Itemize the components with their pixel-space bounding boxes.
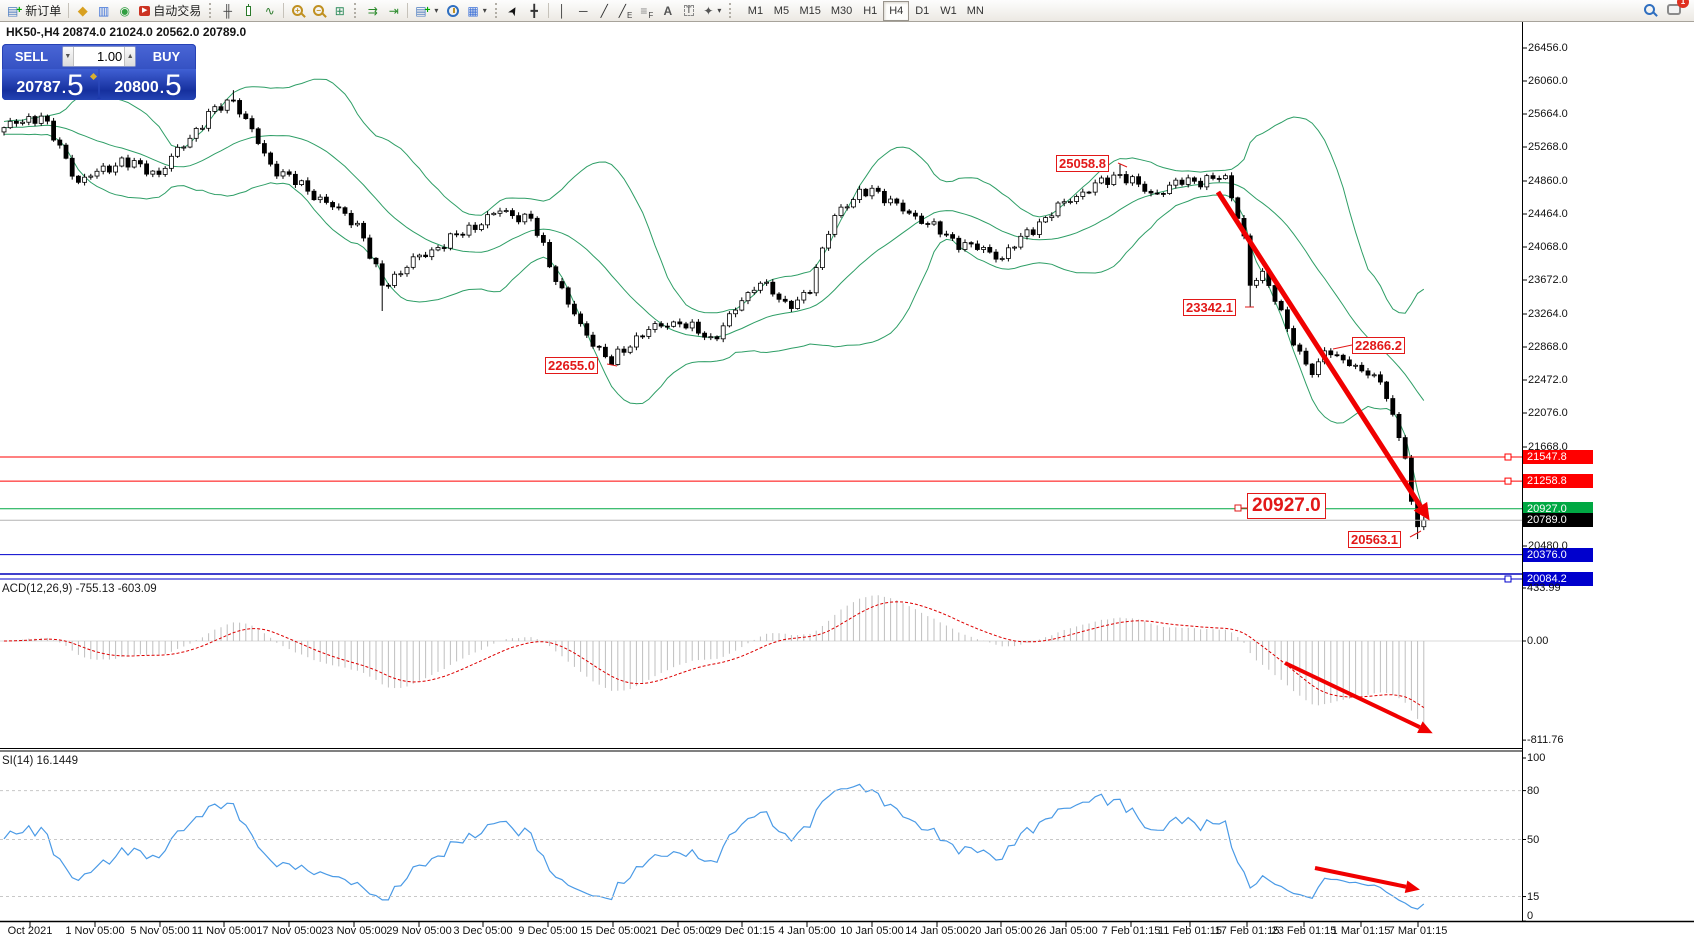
- macd-signal-line: [4, 602, 1424, 708]
- line-chart-mode-button[interactable]: ∿: [259, 1, 280, 21]
- toolbar-right-icons: 1: [1644, 2, 1691, 20]
- sell-price-big: 5: [67, 72, 84, 100]
- buy-price-main: 20800: [114, 76, 159, 100]
- timeframe-m30[interactable]: M30: [826, 1, 857, 21]
- chart-canvas[interactable]: [0, 0, 1694, 940]
- toolbar-separator: [548, 3, 549, 18]
- macd-indicator-label: ACD(12,26,9) -755.13 -603.09: [2, 583, 157, 595]
- auto-trading-button[interactable]: ▶自动交易: [135, 1, 205, 21]
- timeframe-group: M1M5M15M30H1H4D1W1MN: [742, 1, 988, 21]
- notification-badge: 1: [1677, 0, 1689, 8]
- timeframe-d1[interactable]: D1: [909, 1, 935, 21]
- buy-button[interactable]: BUY: [138, 49, 195, 64]
- zoom-out-button[interactable]: −: [308, 1, 329, 21]
- chart-shift-button[interactable]: ⇥: [383, 1, 404, 21]
- timeframe-h4[interactable]: H4: [883, 1, 909, 21]
- timeframe-w1[interactable]: W1: [935, 1, 962, 21]
- search-icon[interactable]: [1644, 2, 1655, 20]
- sell-price-main: 20787: [16, 76, 61, 100]
- rsi-plot: [4, 784, 1424, 909]
- main-toolbar: ▤+新订单 ◆▥◉▶自动交易 ╫ ∿ +−⊞ ⇉⇥ ▤+▾ ▦▾ ➤╋ │─╱╱E≡FAT✦▾ M1…: [0, 0, 1694, 22]
- bar-chart-mode-button[interactable]: ╫: [217, 1, 238, 21]
- timeframe-m5[interactable]: M5: [768, 1, 794, 21]
- horizontal-line-button[interactable]: ─: [573, 1, 594, 21]
- vertical-line-button[interactable]: │: [552, 1, 573, 21]
- data-window-button[interactable]: ▥: [93, 1, 114, 21]
- fibonacci-button[interactable]: ≡F: [636, 1, 657, 21]
- volume-up-button[interactable]: ▲: [124, 47, 135, 66]
- toolbar-separator: [407, 3, 408, 18]
- trend-arrow[interactable]: [1315, 868, 1420, 893]
- candle-chart-mode-button[interactable]: [238, 1, 259, 21]
- candles-layer: [2, 90, 1426, 539]
- spin-up-icon: ▲: [127, 53, 134, 60]
- chevron-down-icon: ▾: [717, 6, 721, 15]
- tile-windows-button[interactable]: ⊞: [329, 1, 350, 21]
- cursor-button[interactable]: ➤: [503, 1, 524, 21]
- signals-button[interactable]: ◉: [114, 1, 135, 21]
- chevron-down-icon: ▾: [483, 6, 487, 15]
- arrows-shapes-button[interactable]: ✦▾: [699, 1, 725, 21]
- bollinger-bands: [4, 79, 1424, 512]
- timeframe-mn[interactable]: MN: [962, 1, 989, 21]
- toolbar-separator: [283, 3, 284, 18]
- spin-down-icon: ▼: [64, 53, 71, 60]
- buy-price-big: 5: [165, 72, 182, 100]
- chart-symbol-title: HK50-,H4 20874.0 21024.0 20562.0 20789.0: [6, 25, 246, 39]
- text-label-button[interactable]: T: [678, 1, 699, 21]
- market-watch-button[interactable]: ◆: [72, 1, 93, 21]
- toolbar-grip[interactable]: [729, 3, 733, 18]
- period-clock-button[interactable]: [442, 1, 463, 21]
- toolbar-grip[interactable]: [209, 3, 213, 18]
- timeframe-m15[interactable]: M15: [794, 1, 825, 21]
- toolbar-separator: [68, 3, 69, 18]
- notifications-icon[interactable]: 1: [1667, 2, 1681, 20]
- sell-price-dot: .: [62, 78, 66, 100]
- new-chart-button[interactable]: ▤+▾: [411, 1, 442, 21]
- new-order-button[interactable]: ▤+新订单: [3, 1, 65, 21]
- text-button[interactable]: A: [657, 1, 678, 21]
- macd-histogram: [4, 595, 1424, 724]
- trend-arrow[interactable]: [1285, 663, 1433, 733]
- crosshair-button[interactable]: ╋: [524, 1, 545, 21]
- line-handle[interactable]: [1505, 478, 1511, 484]
- trend-arrow[interactable]: [1218, 192, 1430, 521]
- line-handle[interactable]: [1505, 576, 1511, 582]
- toolbar-grip[interactable]: [495, 3, 499, 18]
- sell-price[interactable]: 20787.5: [2, 69, 98, 100]
- toolbar-grip[interactable]: [354, 3, 358, 18]
- timeframe-m1[interactable]: M1: [742, 1, 768, 21]
- buy-price-dot: .: [160, 78, 164, 100]
- zoom-in-button[interactable]: +: [287, 1, 308, 21]
- one-click-trade-panel: SELL ▼ ▲ BUY 20787.5 20800.5: [2, 44, 196, 100]
- volume-input[interactable]: [74, 47, 125, 66]
- chevron-down-icon: ▾: [434, 6, 438, 15]
- templates-button[interactable]: ▦▾: [463, 1, 490, 21]
- rsi-indicator-label: SI(14) 16.1449: [2, 755, 78, 767]
- line-handle[interactable]: [1505, 454, 1511, 460]
- sell-button[interactable]: SELL: [3, 49, 60, 64]
- equidistant-channel-button[interactable]: ╱E: [615, 1, 637, 21]
- auto-scroll-button[interactable]: ⇉: [362, 1, 383, 21]
- volume-stepper: ▼ ▲: [62, 46, 136, 67]
- buy-price[interactable]: 20800.5: [100, 69, 196, 100]
- volume-down-button[interactable]: ▼: [63, 47, 74, 66]
- timeframe-h1[interactable]: H1: [857, 1, 883, 21]
- trendline-button[interactable]: ╱: [594, 1, 615, 21]
